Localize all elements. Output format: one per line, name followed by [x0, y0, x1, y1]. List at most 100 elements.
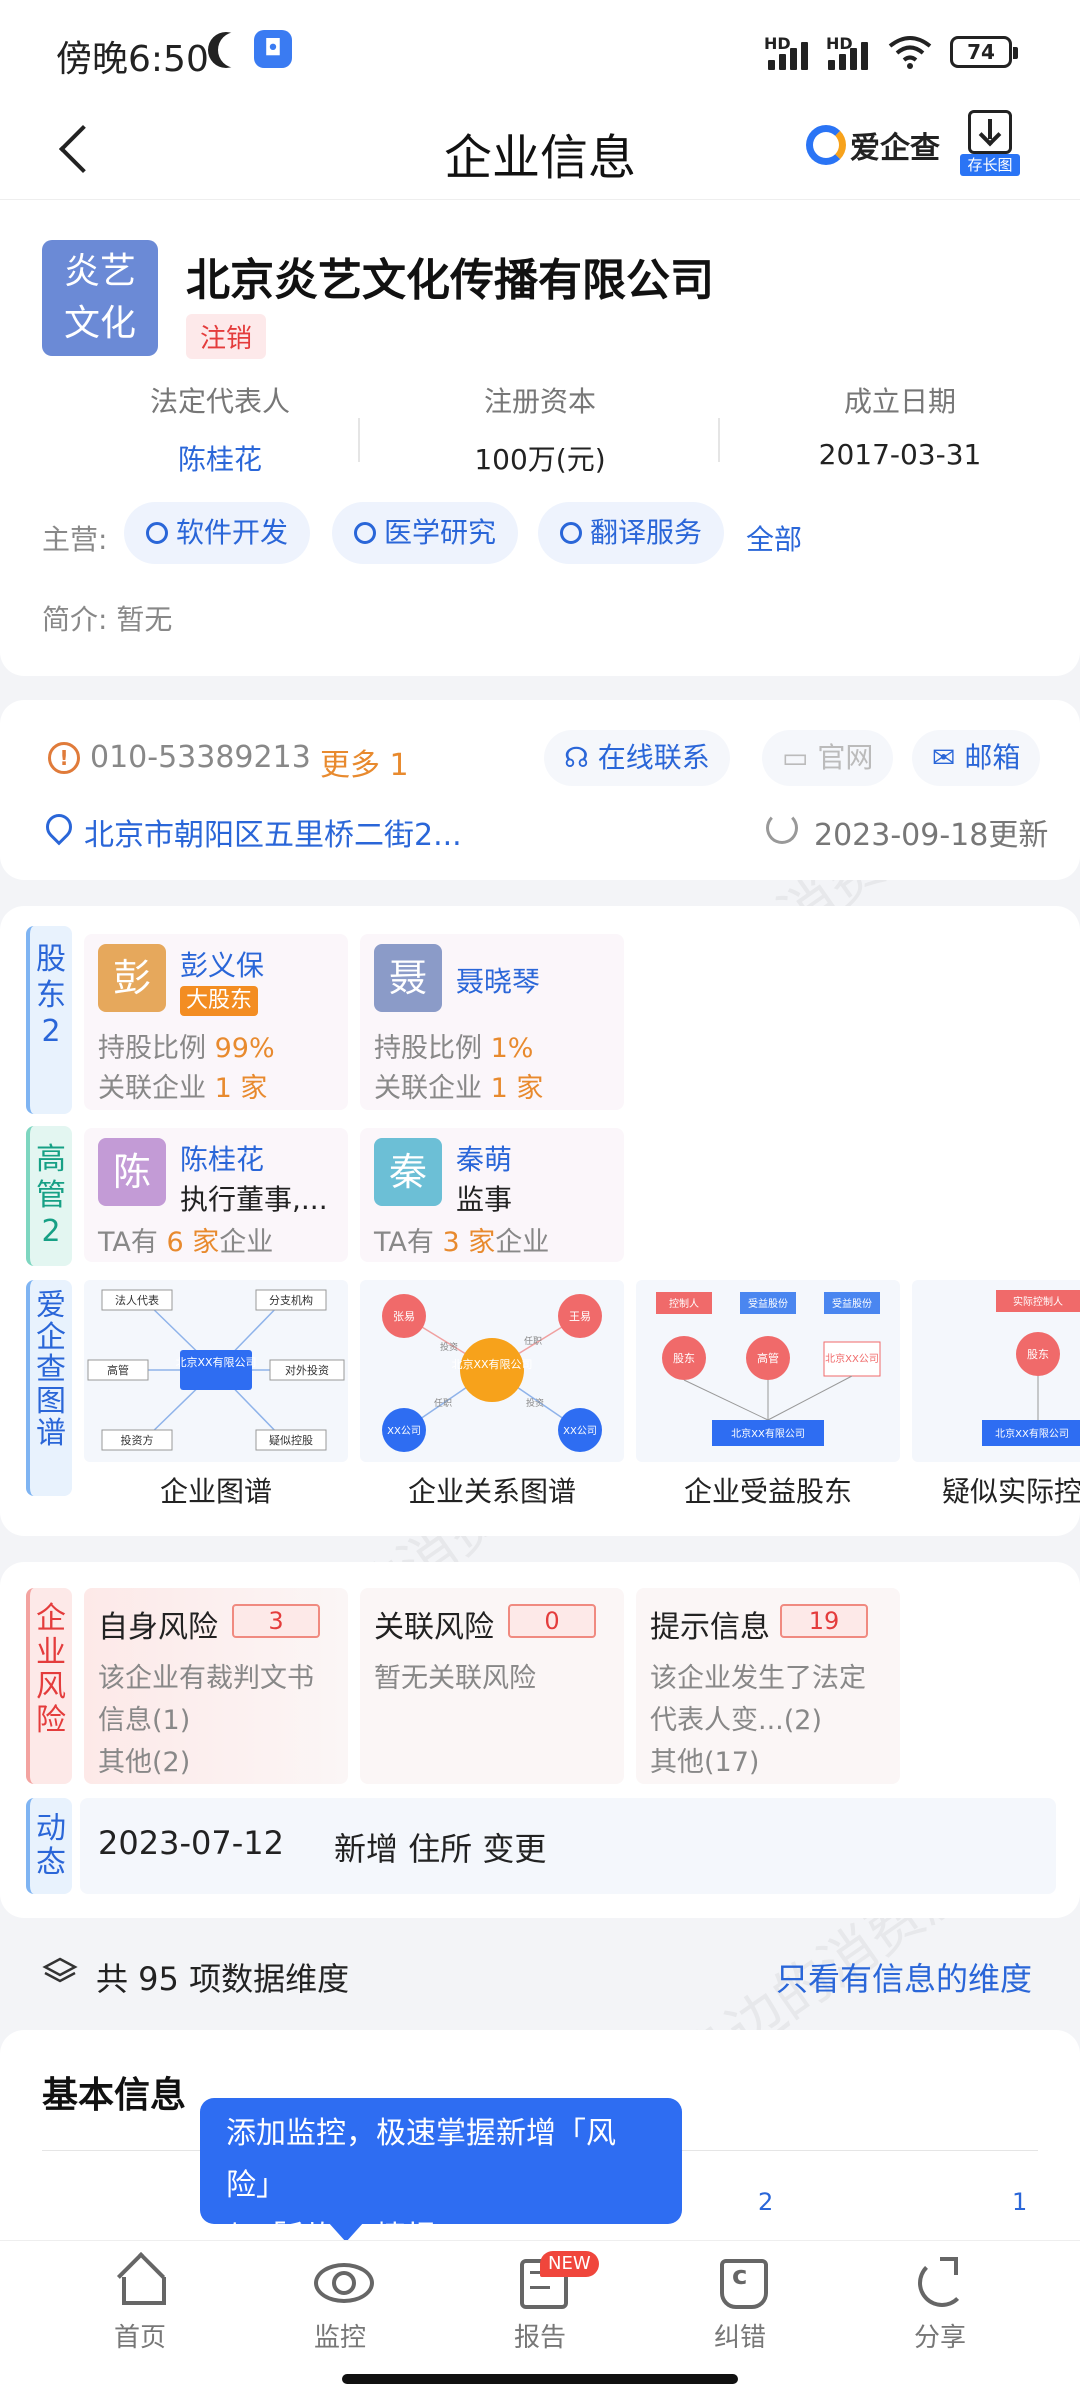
executive-name[interactable]: 陈桂花: [180, 1138, 264, 1178]
legal-rep-link[interactable]: 陈桂花: [70, 438, 370, 478]
home-indicator[interactable]: [342, 2374, 738, 2384]
graph-center-label: 北京XX有限公司: [995, 1427, 1069, 1440]
risk-description: 该企业发生了法定 代表人变...(2) 其他(17): [650, 1663, 866, 1778]
monitor-tooltip[interactable]: 添加监控，极速掌握新增「风险」 与「利好」情报: [200, 2098, 682, 2255]
graph-title[interactable]: 企业关系图谱: [360, 1470, 624, 1510]
wifi-icon: [888, 36, 932, 69]
nav-label: 报告: [513, 2323, 566, 2353]
divider: [718, 418, 720, 462]
notice-info-box[interactable]: 提示信息 19 该企业发生了法定 代表人变...(2) 其他(17): [636, 1588, 900, 1784]
avatar: 彭: [98, 944, 166, 1012]
self-risk-box[interactable]: 自身风险 3 该企业有裁判文书 信息(1) 其他(2): [84, 1588, 348, 1784]
company-card: 炎艺 文化 北京炎艺文化传播有限公司 注销 法定代表人 陈桂花 注册资本 100…: [0, 200, 1080, 676]
graph-title[interactable]: 企业图谱: [84, 1470, 348, 1510]
svg-text:北京XX公司: 北京XX公司: [825, 1352, 879, 1365]
svg-text:股东: 股东: [673, 1352, 695, 1365]
company-intro: 简介: 暂无: [42, 603, 173, 636]
refresh-icon[interactable]: [766, 812, 798, 844]
shareholder-card[interactable]: 聂 聂晓琴 持股比例 1% 关联企业 1 家: [360, 934, 624, 1110]
shareholder-card[interactable]: 彭 彭义保 大股东 持股比例 99% 关联企业 1 家: [84, 934, 348, 1110]
save-long-image-label: 存长图: [960, 154, 1020, 176]
svg-text:分支机构: 分支机构: [269, 1293, 313, 1307]
business-tag[interactable]: 医学研究: [332, 502, 519, 564]
actual-controller-graph-tile[interactable]: 实际控制人 股东 北京XX有限公司: [912, 1280, 1080, 1462]
beneficiary-graph-tile[interactable]: 控制人 受益股份 受益股份 股东 高管 北京XX公司 北京XX有限公司: [636, 1280, 900, 1462]
home-icon: [114, 2255, 166, 2305]
graph-center-label: 北京XX有限公司: [731, 1427, 805, 1440]
nav-label: 首页: [113, 2323, 166, 2353]
nav-label: 监控: [313, 2323, 366, 2353]
svg-text:对外投资: 对外投资: [285, 1363, 329, 1377]
more-phones-link[interactable]: 更多 1: [320, 740, 409, 784]
risk-description: 暂无关联风险: [374, 1663, 536, 1694]
brand-logo: 爱企查: [806, 120, 940, 170]
executive-card[interactable]: 秦 秦萌 监事 TA有 3 家企业: [360, 1128, 624, 1262]
executive-card[interactable]: 陈 陈桂花 执行董事,... TA有 6 家企业: [84, 1128, 348, 1262]
search-icon: [146, 522, 168, 544]
dynamic-label[interactable]: 动态: [26, 1798, 72, 1894]
executives-label[interactable]: 高管2: [26, 1126, 72, 1266]
main-business-label: 主营:: [42, 523, 108, 556]
eye-icon: [314, 2255, 374, 2303]
svg-text:实际控制人: 实际控制人: [1013, 1295, 1063, 1308]
new-badge: NEW: [540, 2251, 599, 2277]
nav-correction[interactable]: 纠错: [680, 2255, 800, 2354]
divider: [358, 418, 360, 462]
related-risk-box[interactable]: 关联风险 0 暂无关联风险: [360, 1588, 624, 1784]
share-ratio: 持股比例 1%: [374, 1033, 534, 1064]
business-tag[interactable]: 软件开发: [124, 502, 311, 564]
avatar: 秦: [374, 1138, 442, 1206]
battery-icon: 74: [950, 36, 1018, 68]
tooltip-line: 添加监控，极速掌握新增「风险」: [226, 2116, 616, 2203]
graph-title[interactable]: 企业受益股东: [636, 1470, 900, 1510]
executive-role: 执行董事,...: [180, 1183, 328, 1216]
executive-company-count: TA有 6 家企业: [98, 1227, 274, 1258]
nav-share[interactable]: 分享: [880, 2255, 1000, 2354]
shareholder-name[interactable]: 彭义保: [180, 944, 264, 984]
data-dimensions-count: 共 95 项数据维度: [96, 1960, 350, 1998]
email-button[interactable]: ✉ 邮箱: [912, 730, 1041, 786]
headset-icon: ☊: [564, 741, 598, 774]
download-icon: [968, 110, 1012, 154]
svg-text:XX公司: XX公司: [387, 1426, 421, 1437]
avatar: 聂: [374, 944, 442, 1012]
save-long-image-button[interactable]: 存长图: [960, 110, 1020, 176]
company-logo-line1: 炎艺: [63, 251, 136, 292]
online-contact-label: 在线联系: [597, 741, 710, 774]
graph-title[interactable]: 疑似实际控: [912, 1470, 1080, 1510]
shareholders-label[interactable]: 股东2: [26, 926, 72, 1114]
app-notification-icon: ◘: [254, 30, 292, 68]
risk-label[interactable]: 企业风险: [26, 1588, 72, 1784]
address-link[interactable]: 北京市朝阳区五里桥二街2...: [84, 810, 462, 854]
risk-card: 企业风险 自身风险 3 该企业有裁判文书 信息(1) 其他(2) 关联风险 0 暂无…: [0, 1562, 1080, 1918]
executive-name[interactable]: 秦萌: [456, 1138, 512, 1178]
enterprise-graph-tile[interactable]: 北京XX有限公司 法人代表 分支机构 高管 对外投资 投资方 疑似控股: [84, 1280, 348, 1462]
executive-role: 监事: [456, 1183, 513, 1216]
svg-text:王易: 王易: [569, 1310, 591, 1323]
risk-title: 关联风险: [374, 1610, 494, 1645]
graphs-label[interactable]: 爱企查图谱: [26, 1280, 72, 1496]
relation-graph-tile[interactable]: 北京XX有限公司 张易 王易 XX公司 XX公司 投资 任职 任职 投资: [360, 1280, 624, 1462]
show-informative-dimensions-link[interactable]: 只看有信息的维度: [776, 1954, 1032, 2000]
risk-title: 自身风险: [98, 1610, 218, 1645]
shareholder-name[interactable]: 聂晓琴: [456, 960, 540, 1000]
nav-home[interactable]: 首页: [80, 2255, 200, 2354]
info-label: 注册资本: [483, 385, 596, 418]
website-button[interactable]: ▭ 官网: [762, 730, 894, 786]
count-badge: 1: [1012, 2188, 1028, 2216]
svg-text:XX公司: XX公司: [563, 1426, 597, 1437]
risk-count-badge: 19: [780, 1604, 868, 1638]
signal-icon: [828, 36, 878, 70]
svg-text:控制人: 控制人: [669, 1297, 699, 1310]
all-business-link[interactable]: 全部: [746, 518, 802, 558]
dynamic-row[interactable]: 2023-07-12 新增 住所 变更: [80, 1798, 1056, 1894]
executive-company-count: TA有 3 家企业: [374, 1227, 550, 1258]
business-tag[interactable]: 翻译服务: [538, 502, 725, 564]
beneficiary-graph-diagram: 控制人 受益股份 受益股份 股东 高管 北京XX公司 北京XX有限公司: [656, 1292, 881, 1446]
online-contact-button[interactable]: ☊ 在线联系: [544, 730, 730, 786]
status-bar: 傍晚6:50 ◘ HD HD 74: [0, 0, 1080, 100]
correction-icon: [714, 2255, 768, 2309]
nav-monitor[interactable]: 监控: [280, 2255, 400, 2354]
phone-number[interactable]: 010-53389213: [90, 740, 311, 775]
founded-date-info: 成立日期 2017-03-31: [750, 380, 1050, 471]
